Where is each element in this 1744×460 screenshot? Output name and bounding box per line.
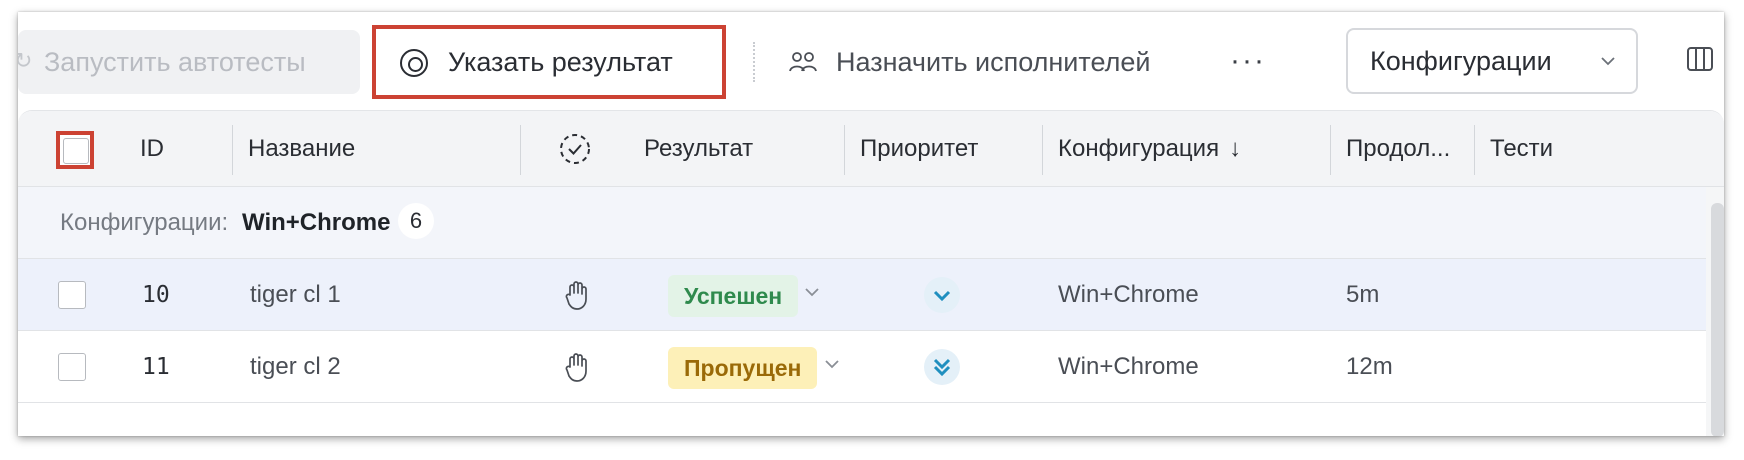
test-results-table: ID Название Результат Приоритет Конфигур… <box>18 110 1724 436</box>
configuration-header-label: Конфигурация <box>1058 135 1220 162</box>
table-row[interactable]: 11 tiger cl 2 Пропущен Win+Chrome 12m <box>18 331 1724 403</box>
group-count-badge: 6 <box>398 203 434 239</box>
target-icon <box>400 49 428 77</box>
column-divider[interactable] <box>844 125 845 175</box>
row-id: 10 <box>142 282 170 308</box>
more-actions-button[interactable]: ··· <box>1230 36 1266 86</box>
group-row[interactable]: Конфигурации: Win+Chrome 6 <box>18 187 1724 259</box>
select-all-checkbox[interactable] <box>56 131 94 169</box>
set-result-button[interactable]: Указать результат <box>372 25 726 99</box>
column-header-configuration[interactable]: Конфигурация ↓ <box>1058 111 1241 187</box>
assign-executors-button[interactable]: Назначить исполнителей <box>788 30 1150 94</box>
column-divider[interactable] <box>1042 125 1043 175</box>
set-result-label: Указать результат <box>448 46 673 77</box>
result-status-badge[interactable]: Пропущен <box>668 347 818 389</box>
row-checkbox[interactable] <box>58 281 86 309</box>
scrollbar-thumb[interactable] <box>1711 203 1724 436</box>
dashed-check-circle-icon <box>560 134 590 164</box>
column-header-status[interactable] <box>558 111 592 187</box>
manual-test-icon <box>564 259 592 331</box>
play-icon: ↻ <box>18 48 33 73</box>
toolbar: ↻ Запустить автотесты Указать результат … <box>18 12 1724 110</box>
chevron-down-icon <box>1601 57 1615 66</box>
manual-test-icon <box>564 331 592 403</box>
result-status-badge[interactable]: Успешен <box>668 275 799 317</box>
row-name[interactable]: tiger cl 2 <box>250 331 341 403</box>
toolbar-divider <box>753 42 755 82</box>
table-row[interactable]: 10 tiger cl 1 Успешен Win+Chrome 5m <box>18 259 1724 331</box>
more-icon: ··· <box>1230 44 1266 77</box>
row-name[interactable]: tiger cl 1 <box>250 259 341 331</box>
run-autotests-button[interactable]: ↻ Запустить автотесты <box>18 30 360 94</box>
row-id: 11 <box>142 354 170 380</box>
row-configuration: Win+Chrome <box>1058 353 1199 380</box>
configurations-dropdown[interactable]: Конфигурации <box>1346 28 1638 94</box>
column-header-priority[interactable]: Приоритет <box>860 111 978 187</box>
row-configuration: Win+Chrome <box>1058 281 1199 308</box>
column-header-id[interactable]: ID <box>140 111 164 187</box>
row-duration: 5m <box>1346 281 1380 308</box>
priority-double-chevron-down-icon <box>924 349 960 385</box>
column-divider[interactable] <box>520 125 521 175</box>
test-run-panel: ↻ Запустить автотесты Указать результат … <box>18 12 1724 436</box>
column-divider[interactable] <box>1474 125 1475 175</box>
users-icon <box>789 52 817 72</box>
column-header-tester[interactable]: Тести <box>1490 111 1553 187</box>
group-value: Win+Chrome <box>242 209 391 236</box>
sort-arrow-down-icon: ↓ <box>1229 135 1242 162</box>
result-dropdown-chevron-icon[interactable] <box>804 287 820 297</box>
column-header-name[interactable]: Название <box>248 111 355 187</box>
columns-settings-button[interactable] <box>1686 44 1716 74</box>
table-header: ID Название Результат Приоритет Конфигур… <box>18 111 1724 187</box>
column-header-duration[interactable]: Продол... <box>1346 111 1450 187</box>
result-dropdown-chevron-icon[interactable] <box>824 359 840 369</box>
group-label: Конфигурации: <box>60 209 229 236</box>
priority-chevron-down-icon <box>924 277 960 313</box>
column-header-result[interactable]: Результат <box>644 111 753 187</box>
row-checkbox[interactable] <box>58 353 86 381</box>
columns-icon <box>1687 47 1713 71</box>
column-divider[interactable] <box>1330 125 1331 175</box>
row-duration: 12m <box>1346 353 1393 380</box>
configurations-label: Конфигурации <box>1370 45 1552 76</box>
assign-executors-label: Назначить исполнителей <box>836 46 1151 77</box>
run-autotests-label: Запустить автотесты <box>44 46 306 77</box>
column-divider[interactable] <box>232 125 233 175</box>
